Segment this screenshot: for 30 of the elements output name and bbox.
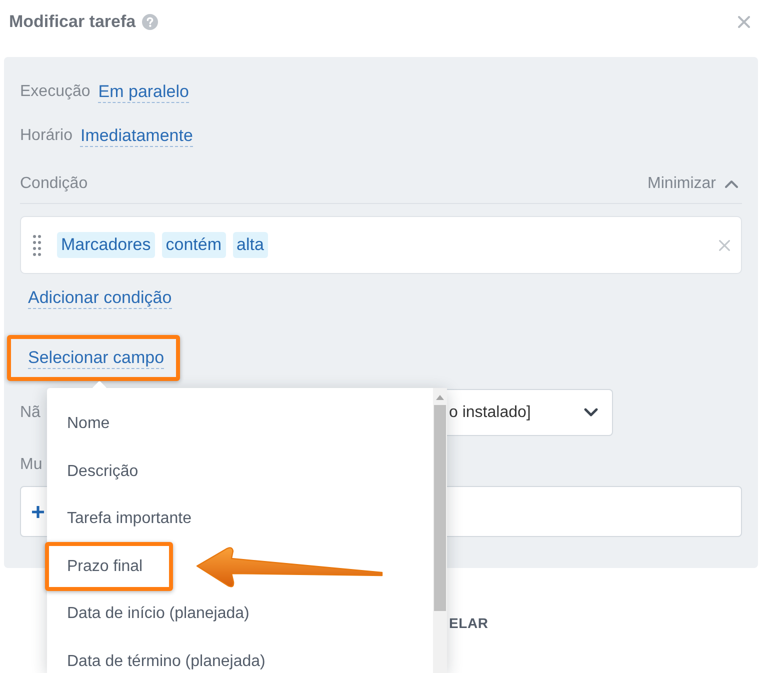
field-label: Mu — [20, 456, 42, 474]
select-field-link[interactable]: Selecionar campo — [28, 347, 164, 369]
setting-label: Horário — [20, 127, 72, 145]
scrollbar-thumb[interactable] — [434, 405, 446, 611]
close-icon[interactable] — [719, 240, 730, 250]
condition-value[interactable]: alta — [232, 232, 268, 258]
dialog-title: Modificar tarefa — [9, 12, 136, 32]
menu-item[interactable]: Nome — [47, 400, 419, 448]
condition-operator[interactable]: contém — [162, 232, 226, 258]
setting-value-link[interactable]: Em paralelo — [98, 81, 189, 103]
setting-label: Execução — [20, 83, 90, 101]
add-condition-link[interactable]: Adicionar condição — [28, 287, 172, 309]
menu-item[interactable]: Data de término (planejada) — [47, 638, 419, 673]
footer-button[interactable]: ELAR — [447, 603, 496, 643]
condition-field[interactable]: Marcadores — [57, 232, 155, 258]
section-label: Condição — [20, 175, 88, 193]
field-label: Nã — [20, 404, 40, 422]
menu-item[interactable]: Descrição — [47, 448, 419, 496]
drag-handle-icon[interactable] — [33, 234, 41, 256]
plus-icon[interactable] — [32, 506, 44, 518]
setting-value-link[interactable]: Imediatamente — [80, 125, 193, 147]
scroll-up-arrow-icon[interactable] — [436, 395, 444, 400]
value-dropdown[interactable]: o instalado] — [447, 389, 613, 436]
menu-item[interactable]: Data de início (planejada) — [47, 590, 419, 638]
help-icon[interactable] — [142, 14, 158, 30]
menu-item[interactable]: Prazo final — [47, 542, 419, 590]
menu-item[interactable]: Tarefa importante — [47, 495, 419, 543]
scrollbar[interactable] — [433, 388, 447, 673]
chevron-down-icon — [584, 408, 598, 417]
close-icon[interactable] — [738, 16, 750, 28]
